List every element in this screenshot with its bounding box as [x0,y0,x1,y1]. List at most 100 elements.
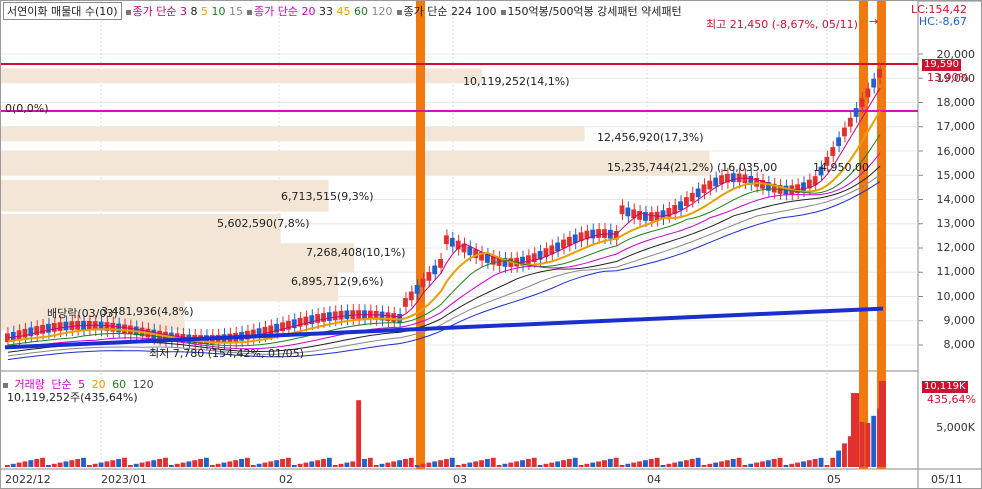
volume-bar [367,457,373,467]
candle-body [467,246,473,256]
volume-tick: 5,000K [936,421,975,434]
volume-bar [291,465,297,467]
volume-bar [268,461,274,467]
pattern-legend[interactable]: 150억봉/500억봉 강세패턴 약세패턴 [500,3,682,19]
volume-bar [643,460,648,467]
volume-bar [98,462,104,467]
volume-bar [344,462,350,467]
candle-body [730,173,736,182]
volume-bar [40,457,45,467]
volume-bar [432,461,438,467]
x-axis-label: 02 [279,473,293,486]
volume-bar [754,462,760,467]
volume-bar [689,459,695,467]
price-tick: 14,000 [936,193,976,206]
candle-body [326,312,332,321]
volume-bar [391,461,397,467]
price-label: 14,950,00 [813,161,869,174]
signal-vline [859,1,868,469]
x-axis-label: 2023/01 [101,473,147,486]
stock-chart-window: 서연이화 매물대 수(10) 종가 단순 3 8 5 10 15 종가 단순 2… [0,0,982,489]
signal-vline [416,1,425,469]
volume-bar [168,465,174,467]
candle-body [625,207,631,217]
candle-body [315,314,321,323]
legend-swatch-icon [500,9,506,15]
volume-bar [871,415,877,467]
ma-group-a[interactable]: 종가 단순 3 8 5 10 15 [125,3,243,19]
volume-bar [777,457,783,467]
volume-bar [461,463,467,467]
candle-body [16,330,22,340]
volume-bar [10,463,16,467]
volume-bar [771,459,777,467]
volume-bar [145,461,151,467]
ma-period: 33 [319,5,334,18]
candle-body [637,211,643,220]
candle-body [871,78,877,88]
volume-bar [760,461,765,467]
profile-label: 7,268,408(10,1%) [306,246,406,259]
candle-body [391,313,397,322]
ma-group-c-label: 종가 단순 [403,5,448,18]
volume-bar [332,465,338,467]
volume-bar [765,460,771,467]
volume-bar [373,465,379,467]
candle-body [344,310,350,320]
volume-bar [555,461,561,467]
candle-body [116,323,122,333]
volume-bar [520,460,525,467]
volume-bar [104,461,110,467]
volume-bar [356,400,362,467]
volume-bar [174,463,180,467]
volume-bar [362,459,367,467]
candle-body [742,174,748,184]
ma-period: 120 [371,5,393,18]
candle-body [678,201,683,211]
legend-swatch-icon [3,383,8,388]
ma-group-b[interactable]: 종가 단순 20 33 45 60 120 [247,3,393,19]
volume-bar [508,462,514,467]
volume-bar [730,459,736,467]
candle-body [596,229,602,238]
volume-bar [818,457,824,467]
volume-bar [742,465,748,467]
candle-body [338,310,344,320]
volume-bar [92,463,98,467]
stock-title[interactable]: 서연이화 매물대 수(10) [3,2,122,20]
profile-label: 5,602,590(7,8%) [217,217,310,230]
x-axis-label: 04 [647,473,661,486]
volume-bar [490,457,496,467]
volume-bar [262,462,268,467]
volume-bar [701,465,707,467]
volume-bar [859,421,865,467]
x-axis-label: 05/11 [931,473,963,486]
price-tick: 17,000 [936,120,976,133]
legend-swatch-icon [396,9,402,15]
volume-profile-bar [1,68,483,84]
candle-body [403,298,408,307]
candle-body [57,322,63,331]
volume-bar [414,465,420,467]
candle-body [40,324,45,334]
candle-body [432,265,438,275]
legend-swatch-icon [125,9,131,15]
volume-bar [321,459,326,467]
volume-bar [678,461,683,467]
ma-group-c[interactable]: 종가 단순 224 100 [396,3,497,19]
volume-bar [637,461,643,467]
volume-bar [28,460,34,467]
candle-body [51,323,57,332]
volume-bar [157,459,163,467]
candle-body [707,180,713,190]
x-axis-label: 03 [453,473,467,486]
volume-bar [596,461,602,467]
arrow-right-icon: → [869,15,879,28]
volume-bar [315,460,321,467]
candle-body [45,323,51,333]
volume-bar [879,381,886,467]
volume-bar [186,461,192,467]
candle-body [414,285,420,294]
volume-value: 10,119,252주(435,64%) [7,391,138,404]
volume-bar [724,460,730,467]
